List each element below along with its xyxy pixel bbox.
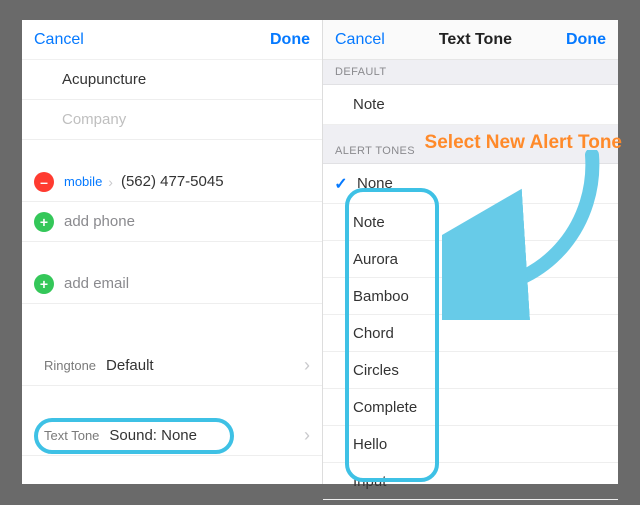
company-field[interactable]: Company	[22, 100, 322, 140]
company-placeholder: Company	[62, 111, 126, 128]
texttone-picker-pane: Cancel Text Tone Done DEFAULT Note ALERT…	[322, 20, 618, 484]
cancel-button[interactable]: Cancel	[34, 31, 84, 49]
ringtone-row[interactable]: Ringtone Default ›	[22, 346, 322, 386]
add-email-label: add email	[64, 275, 129, 292]
texttone-value: Sound: None	[109, 427, 197, 444]
default-tone: Note	[353, 96, 385, 113]
phone-number[interactable]: (562) 477-5045	[121, 173, 224, 190]
done-button[interactable]: Done	[270, 31, 310, 49]
contact-name-field[interactable]: Acupuncture	[22, 60, 322, 100]
texttone-label: Text Tone	[44, 428, 99, 443]
navbar-left: Cancel Done	[22, 20, 322, 60]
tone-row[interactable]: Hello	[323, 426, 618, 463]
section-header-alert: ALERT TONES	[323, 125, 618, 164]
section-header-default: DEFAULT	[323, 60, 618, 85]
ringtone-label: Ringtone	[44, 358, 96, 373]
tone-row[interactable]: Complete	[323, 389, 618, 426]
tone-label: Chord	[353, 325, 394, 342]
chevron-right-icon: ›	[304, 425, 310, 446]
tone-row[interactable]: Note	[323, 204, 618, 241]
tone-label: Bamboo	[353, 288, 409, 305]
phone-row[interactable]: – mobile › (562) 477-5045	[22, 162, 322, 202]
navbar-right: Cancel Text Tone Done	[323, 20, 618, 60]
default-tone-row[interactable]: Note	[323, 85, 618, 125]
contact-name: Acupuncture	[62, 71, 146, 88]
cancel-button[interactable]: Cancel	[335, 31, 385, 49]
add-phone-label: add phone	[64, 213, 135, 230]
tone-label: Complete	[353, 399, 417, 416]
add-icon: +	[34, 212, 54, 232]
tone-label: Input	[353, 473, 386, 490]
tone-row[interactable]: Input	[323, 463, 618, 500]
page-title: Text Tone	[439, 31, 512, 49]
tone-row[interactable]: Circles	[323, 352, 618, 389]
add-phone-row[interactable]: + add phone	[22, 202, 322, 242]
texttone-row[interactable]: Text Tone Sound: None ›	[22, 416, 322, 456]
tone-row[interactable]: Chord	[323, 315, 618, 352]
tone-row[interactable]: Aurora	[323, 241, 618, 278]
checkmark-icon: ✓	[331, 174, 351, 194]
remove-icon[interactable]: –	[34, 172, 54, 192]
add-email-row[interactable]: + add email	[22, 264, 322, 304]
tone-label: Note	[353, 214, 385, 231]
phone-type[interactable]: mobile	[64, 174, 102, 189]
contact-edit-pane: Cancel Done Acupuncture Company – mobile…	[22, 20, 322, 484]
tone-row-selected[interactable]: ✓ None	[323, 164, 618, 204]
tone-label: Circles	[353, 362, 399, 379]
add-icon: +	[34, 274, 54, 294]
done-button[interactable]: Done	[566, 31, 606, 49]
ringtone-value: Default	[106, 357, 154, 374]
chevron-right-icon: ›	[108, 174, 113, 190]
tone-label: Aurora	[353, 251, 398, 268]
tone-label: Hello	[353, 436, 387, 453]
tone-row[interactable]: Bamboo	[323, 278, 618, 315]
chevron-right-icon: ›	[304, 355, 310, 376]
tone-label: None	[357, 175, 393, 192]
